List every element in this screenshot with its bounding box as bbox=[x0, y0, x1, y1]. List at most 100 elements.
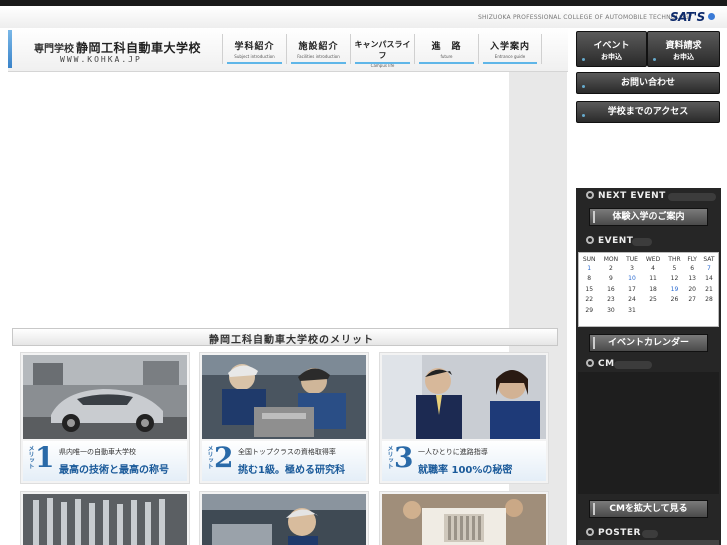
cm-enlarge-button[interactable]: CMを拡大して見る bbox=[589, 500, 708, 518]
hero-flash-area bbox=[8, 72, 509, 326]
poster-label: POSTER bbox=[598, 528, 641, 538]
calendar-day: 3 bbox=[630, 264, 634, 272]
calendar-day: 5 bbox=[672, 264, 677, 272]
ring-icon bbox=[586, 236, 594, 244]
nav-label: 進 路 bbox=[431, 42, 462, 52]
calendar-day: 4 bbox=[651, 264, 655, 272]
sats-logo[interactable]: SAT'S bbox=[670, 10, 705, 24]
bullet-icon bbox=[582, 58, 585, 61]
ring-icon bbox=[586, 528, 594, 536]
nav-item-future[interactable]: 進 路 future bbox=[414, 34, 478, 64]
event-heading: EVENT bbox=[586, 236, 633, 246]
nav-underline bbox=[419, 62, 474, 64]
feature-card-tools[interactable] bbox=[20, 491, 190, 545]
merit-number: 3 bbox=[394, 441, 414, 474]
calendar-day: 8 bbox=[587, 275, 592, 283]
merit-subtext: 全国トップクラスの資格取得率 bbox=[238, 448, 336, 456]
calendar-day: 16 bbox=[607, 285, 615, 293]
nav-underline bbox=[291, 62, 346, 64]
weekday-label: FLY bbox=[687, 255, 697, 263]
event-calendar-button[interactable]: イベントカレンダー bbox=[589, 334, 708, 352]
brochure-request-label: 資料請求 bbox=[665, 41, 702, 51]
poster-image[interactable] bbox=[578, 540, 719, 545]
calendar-day-event[interactable]: 10 bbox=[622, 274, 641, 285]
nav-sublabel: future bbox=[440, 54, 453, 59]
merit-number: 1 bbox=[35, 441, 55, 474]
calendar-header-row: SUN MON TUE WED THR FLY SAT bbox=[579, 253, 718, 263]
bullet-icon bbox=[582, 85, 585, 88]
merit-section-title: 静岡工科自動車大学校のメリット bbox=[209, 335, 374, 346]
feature-card-student[interactable] bbox=[199, 491, 369, 545]
calendar-day-event[interactable]: 1 bbox=[579, 263, 599, 274]
brochure-request-button[interactable]: 資料請求 お申込 bbox=[647, 31, 720, 67]
button-bar-icon bbox=[593, 503, 595, 515]
calendar-day bbox=[684, 305, 700, 316]
nav-underline bbox=[355, 62, 410, 64]
calendar-day: 14 bbox=[705, 275, 713, 283]
event-calendar: SUN MON TUE WED THR FLY SAT 1 2 3 4 5 6 … bbox=[578, 252, 719, 327]
nav-label: 入学案内 bbox=[489, 42, 530, 52]
merit-card-2[interactable]: メリット 2 全国トップクラスの資格取得率 挑む1級。極める研究科 bbox=[199, 352, 369, 484]
merit-card-1[interactable]: メリット 1 県内唯一の自動車大学校 最高の技術と最高の称号 bbox=[20, 352, 190, 484]
calendar-day: 11 bbox=[649, 275, 657, 283]
merit-section-header: 静岡工科自動車大学校のメリット bbox=[12, 328, 558, 346]
nav-item-campus-life[interactable]: キャンパスライフ Campus life bbox=[350, 34, 414, 68]
trial-admission-button[interactable]: 体験入学のご案内 bbox=[589, 208, 708, 226]
calendar-day: 29 bbox=[585, 306, 594, 314]
merit-label: メリット bbox=[206, 445, 213, 469]
nav-underline bbox=[483, 62, 537, 64]
contact-label: お問い合わせ bbox=[620, 78, 675, 88]
event-apply-button[interactable]: イベント お申込 bbox=[576, 31, 647, 67]
merit-card-3[interactable]: メリット 3 一人ひとりに進路指導 就職率 100%の秘密 bbox=[379, 352, 549, 484]
nav-item-admission[interactable]: 入学案内 Entrance guide bbox=[478, 34, 542, 64]
calendar-day: 6 bbox=[690, 264, 695, 272]
calendar-day: 21 bbox=[705, 285, 713, 293]
merit-headline: 挑む1級。極める研究科 bbox=[238, 465, 345, 476]
school-name-logo[interactable]: 静岡工科自動車大学校 bbox=[76, 39, 201, 56]
calendar-day bbox=[665, 305, 685, 316]
contact-button[interactable]: お問い合わせ bbox=[576, 72, 720, 94]
poster-heading: POSTER bbox=[586, 528, 641, 538]
car-photo bbox=[23, 355, 187, 439]
merit-headline: 就職率 100%の秘密 bbox=[418, 465, 513, 476]
calendar-week-row: 22 23 24 25 26 27 28 bbox=[579, 295, 718, 306]
merit-caption: メリット 1 県内唯一の自動車大学校 最高の技術と最高の称号 bbox=[23, 441, 187, 481]
brochure-request-sublabel: お申込 bbox=[673, 53, 694, 61]
cm-heading: CM bbox=[586, 359, 615, 369]
access-label: 学校までのアクセス bbox=[607, 107, 689, 117]
weekday-label: MON bbox=[603, 255, 619, 263]
weekday-label: THR bbox=[668, 255, 681, 263]
weekday-label: TUE bbox=[626, 255, 638, 263]
student-photo bbox=[202, 494, 366, 545]
access-button[interactable]: 学校までのアクセス bbox=[576, 101, 720, 123]
calendar-day: 31 bbox=[628, 306, 636, 314]
heading-rule bbox=[632, 238, 652, 246]
cm-enlarge-label: CMを拡大して見る bbox=[609, 504, 688, 514]
logo-accent-bar bbox=[8, 30, 12, 68]
calendar-day bbox=[700, 305, 718, 316]
nav-item-subjects[interactable]: 学科紹介 Subject introduction bbox=[222, 34, 286, 64]
calendar-day: 20 bbox=[688, 285, 696, 293]
event-calendar-label: イベントカレンダー bbox=[607, 338, 689, 348]
calendar-day: 28 bbox=[705, 296, 713, 304]
merit-label: メリット bbox=[386, 445, 393, 469]
bullet-icon bbox=[653, 58, 656, 61]
main-nav: 学科紹介 Subject introduction 施設紹介 Facilitie… bbox=[222, 34, 542, 68]
calendar-week-row: 8 9 10 11 12 13 14 bbox=[579, 274, 718, 285]
calendar-day: 17 bbox=[628, 285, 636, 293]
ring-icon bbox=[586, 191, 594, 199]
calendar-day: 23 bbox=[607, 296, 615, 304]
nav-item-facilities[interactable]: 施設紹介 Facilities introduction bbox=[286, 34, 350, 64]
button-bar-icon bbox=[593, 211, 595, 223]
feature-card-classic-car[interactable] bbox=[379, 491, 549, 545]
weekday-label: SAT bbox=[703, 255, 715, 263]
heading-rule bbox=[642, 530, 658, 538]
logo-prefix[interactable]: 専門学校 bbox=[34, 40, 74, 55]
calendar-day: 18 bbox=[649, 285, 657, 293]
calendar-day: 26 bbox=[670, 296, 679, 304]
calendar-day-event[interactable]: 7 bbox=[700, 263, 718, 274]
calendar-day-event[interactable]: 19 bbox=[665, 284, 685, 295]
merit-number: 2 bbox=[214, 441, 234, 474]
cm-video-player[interactable] bbox=[578, 372, 719, 494]
merit-caption: メリット 3 一人ひとりに進路指導 就職率 100%の秘密 bbox=[382, 441, 546, 481]
